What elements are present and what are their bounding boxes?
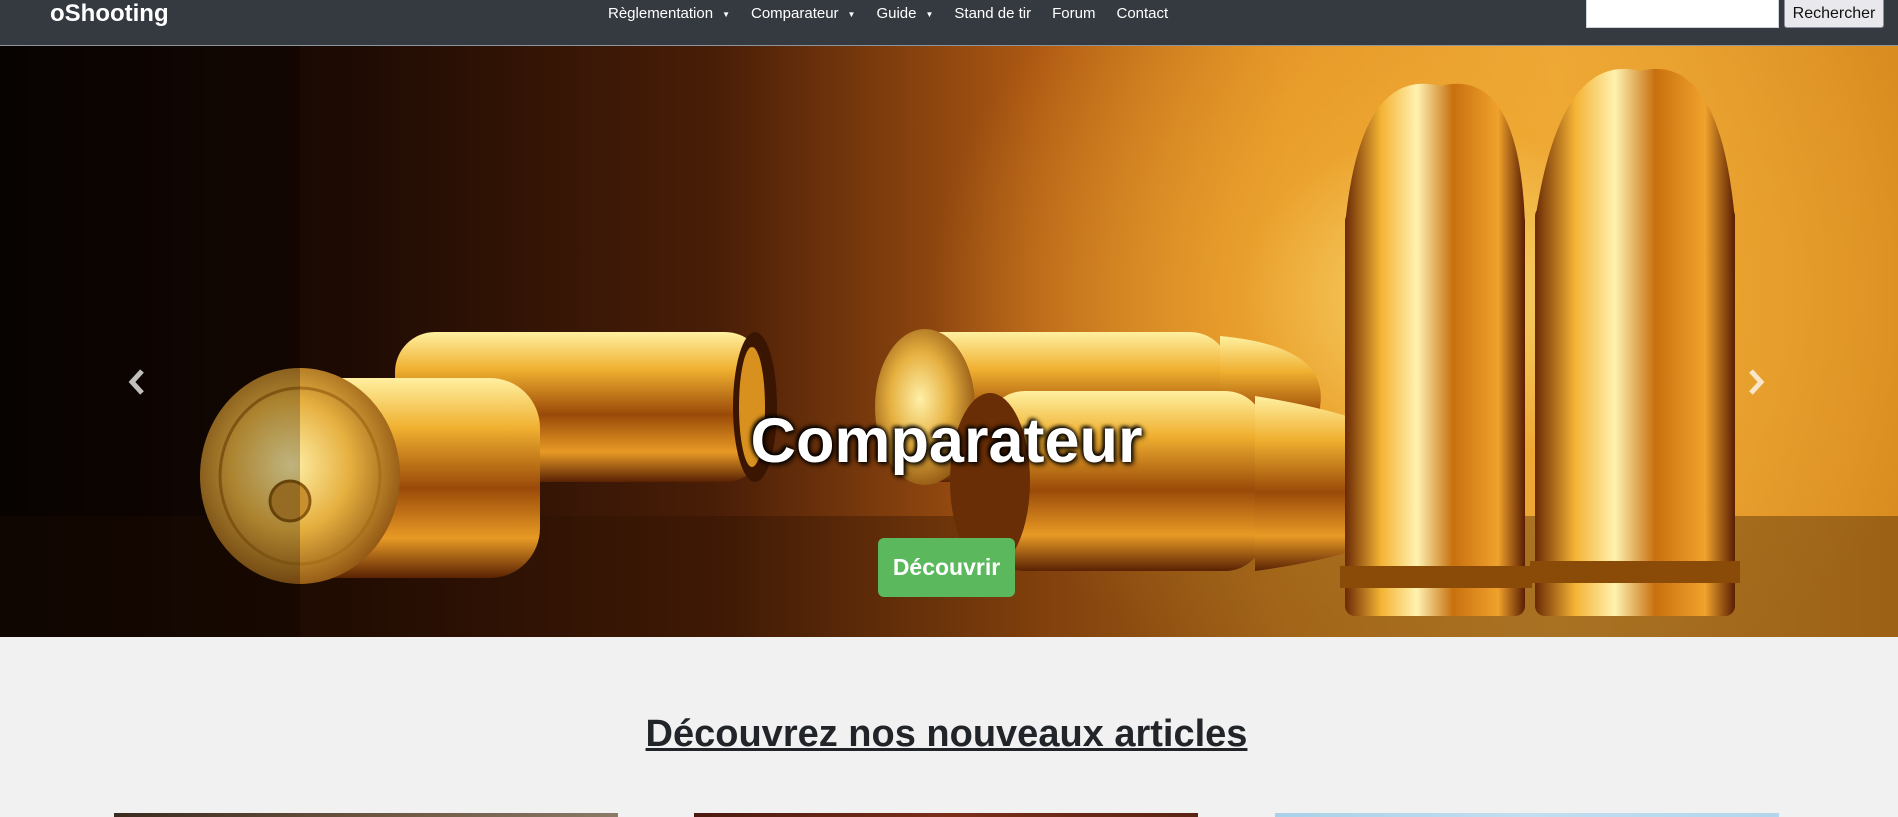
nav-item-label: Guide: [876, 5, 917, 22]
search-input[interactable]: [1586, 0, 1779, 28]
caret-down-icon: ▼: [925, 10, 934, 19]
nav-item-stand-de-tir[interactable]: Stand de tir: [954, 0, 1031, 28]
nav-item-label: Contact: [1116, 5, 1169, 22]
nav-item-label: Règlementation: [608, 5, 714, 22]
caret-down-icon: ▼: [847, 10, 856, 19]
decouvrir-button[interactable]: Découvrir: [878, 538, 1015, 597]
nav-item-label: Stand de tir: [954, 5, 1032, 22]
nav-item-comparateur[interactable]: Comparateur ▼: [751, 0, 855, 28]
hero-carousel: Comparateur Découvrir: [0, 46, 1898, 637]
caret-down-icon: ▼: [722, 10, 730, 19]
article-card-image[interactable]: [1275, 813, 1779, 817]
brand-logo-link[interactable]: oShooting: [50, 0, 169, 28]
section-title: Découvrez nos nouveaux articles: [645, 713, 1248, 755]
nav-item-forum[interactable]: Forum: [1052, 0, 1095, 28]
chevron-left-icon[interactable]: [127, 368, 147, 396]
chevron-right-icon[interactable]: [1746, 368, 1766, 396]
nav-item-label: Forum: [1052, 5, 1096, 22]
navbar: oShooting Règlementation ▼ Comparateur ▼…: [0, 0, 1898, 46]
hero-title: Comparateur: [750, 406, 1143, 476]
nav-item-guide[interactable]: Guide ▼: [876, 0, 933, 28]
nav-item-label: Comparateur: [751, 5, 839, 22]
article-card-image[interactable]: [114, 813, 618, 817]
nav-item-reglementation[interactable]: Règlementation ▼: [608, 0, 730, 28]
nav-item-contact[interactable]: Contact: [1116, 0, 1168, 28]
search-button[interactable]: Rechercher: [1784, 0, 1884, 28]
article-card-image[interactable]: [694, 813, 1198, 817]
nav-menu: Règlementation ▼ Comparateur ▼ Guide ▼ S…: [608, 0, 1189, 28]
